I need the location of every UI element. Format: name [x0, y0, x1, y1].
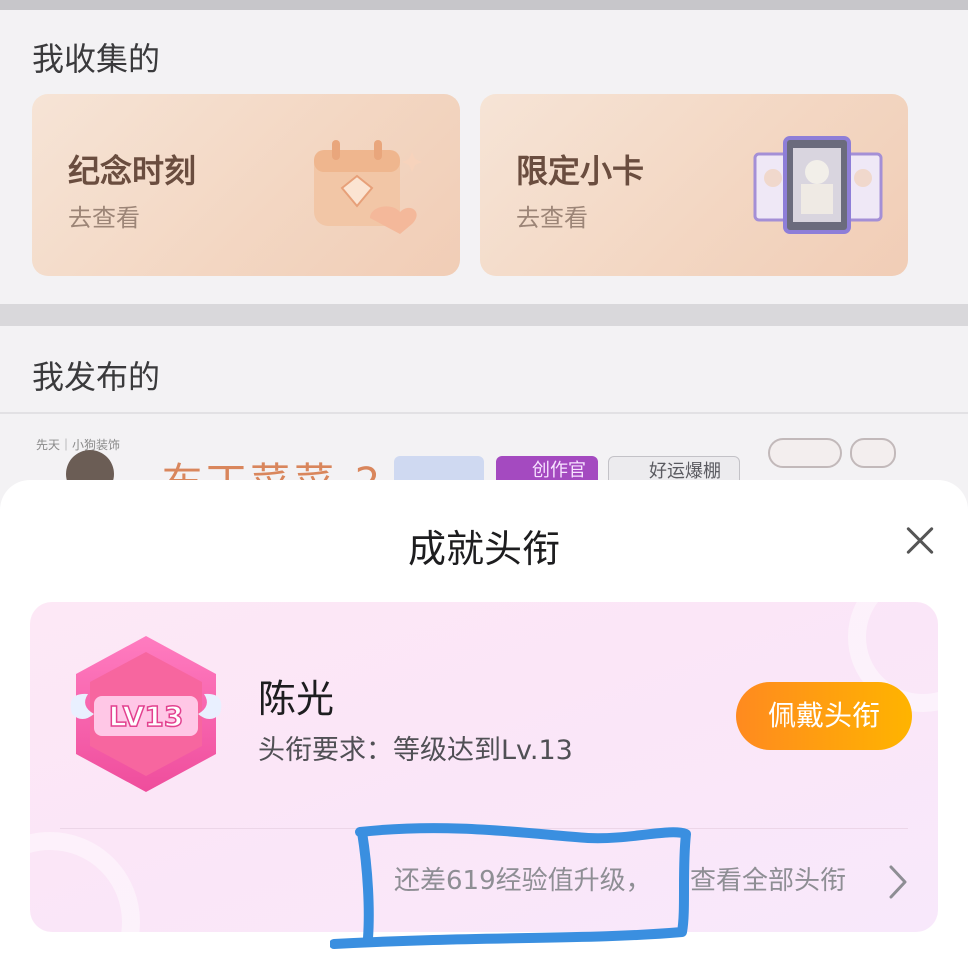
- section-title-published: 我发布的: [32, 358, 161, 396]
- tile-title: 限定小卡: [516, 152, 645, 190]
- exp-remaining-note: 还差619经验值升级，: [394, 866, 652, 896]
- achievement-title-sheet: 成就头衔 LV13 陈光 头衔要求：等级达到Lv.13 佩戴头衔 还差619经验…: [0, 480, 968, 968]
- chevron-right-icon[interactable]: [888, 864, 908, 900]
- card-divider: [60, 828, 908, 829]
- tile-subtitle: 去查看: [516, 204, 588, 232]
- tile-limited-cards[interactable]: 限定小卡 去查看: [480, 94, 908, 276]
- heart-bubble-sticker: [768, 438, 842, 468]
- collected-section: 我收集的 纪念时刻 去查看 限定小卡 去查看: [0, 10, 968, 304]
- status-strip: [0, 0, 968, 10]
- tile-title: 纪念时刻: [68, 152, 197, 190]
- tile-memorial-moments[interactable]: 纪念时刻 去查看: [32, 94, 460, 276]
- title-card: LV13 陈光 头衔要求：等级达到Lv.13 佩戴头衔 还差619经验值升级， …: [30, 602, 938, 932]
- view-all-titles-link[interactable]: 查看全部头衔: [690, 860, 846, 897]
- wear-title-button[interactable]: 佩戴头衔: [736, 682, 912, 750]
- post-small-tag: 先天｜小狗装饰: [36, 438, 121, 452]
- calendar-gift-icon: [314, 140, 422, 234]
- title-requirement: 头衔要求：等级达到Lv.13: [258, 735, 573, 766]
- divider: [0, 412, 968, 414]
- sheet-title: 成就头衔: [407, 527, 560, 571]
- decor-ring: [30, 832, 140, 932]
- tile-subtitle: 去查看: [68, 204, 140, 232]
- title-name: 陈光: [258, 677, 335, 721]
- cat-sticker: [850, 438, 896, 468]
- badge-level-text: LV13: [109, 700, 184, 733]
- photo-cards-icon: [753, 136, 883, 234]
- section-title-collected: 我收集的: [32, 40, 161, 78]
- level-badge-icon: LV13: [70, 636, 222, 792]
- close-icon[interactable]: [900, 520, 940, 560]
